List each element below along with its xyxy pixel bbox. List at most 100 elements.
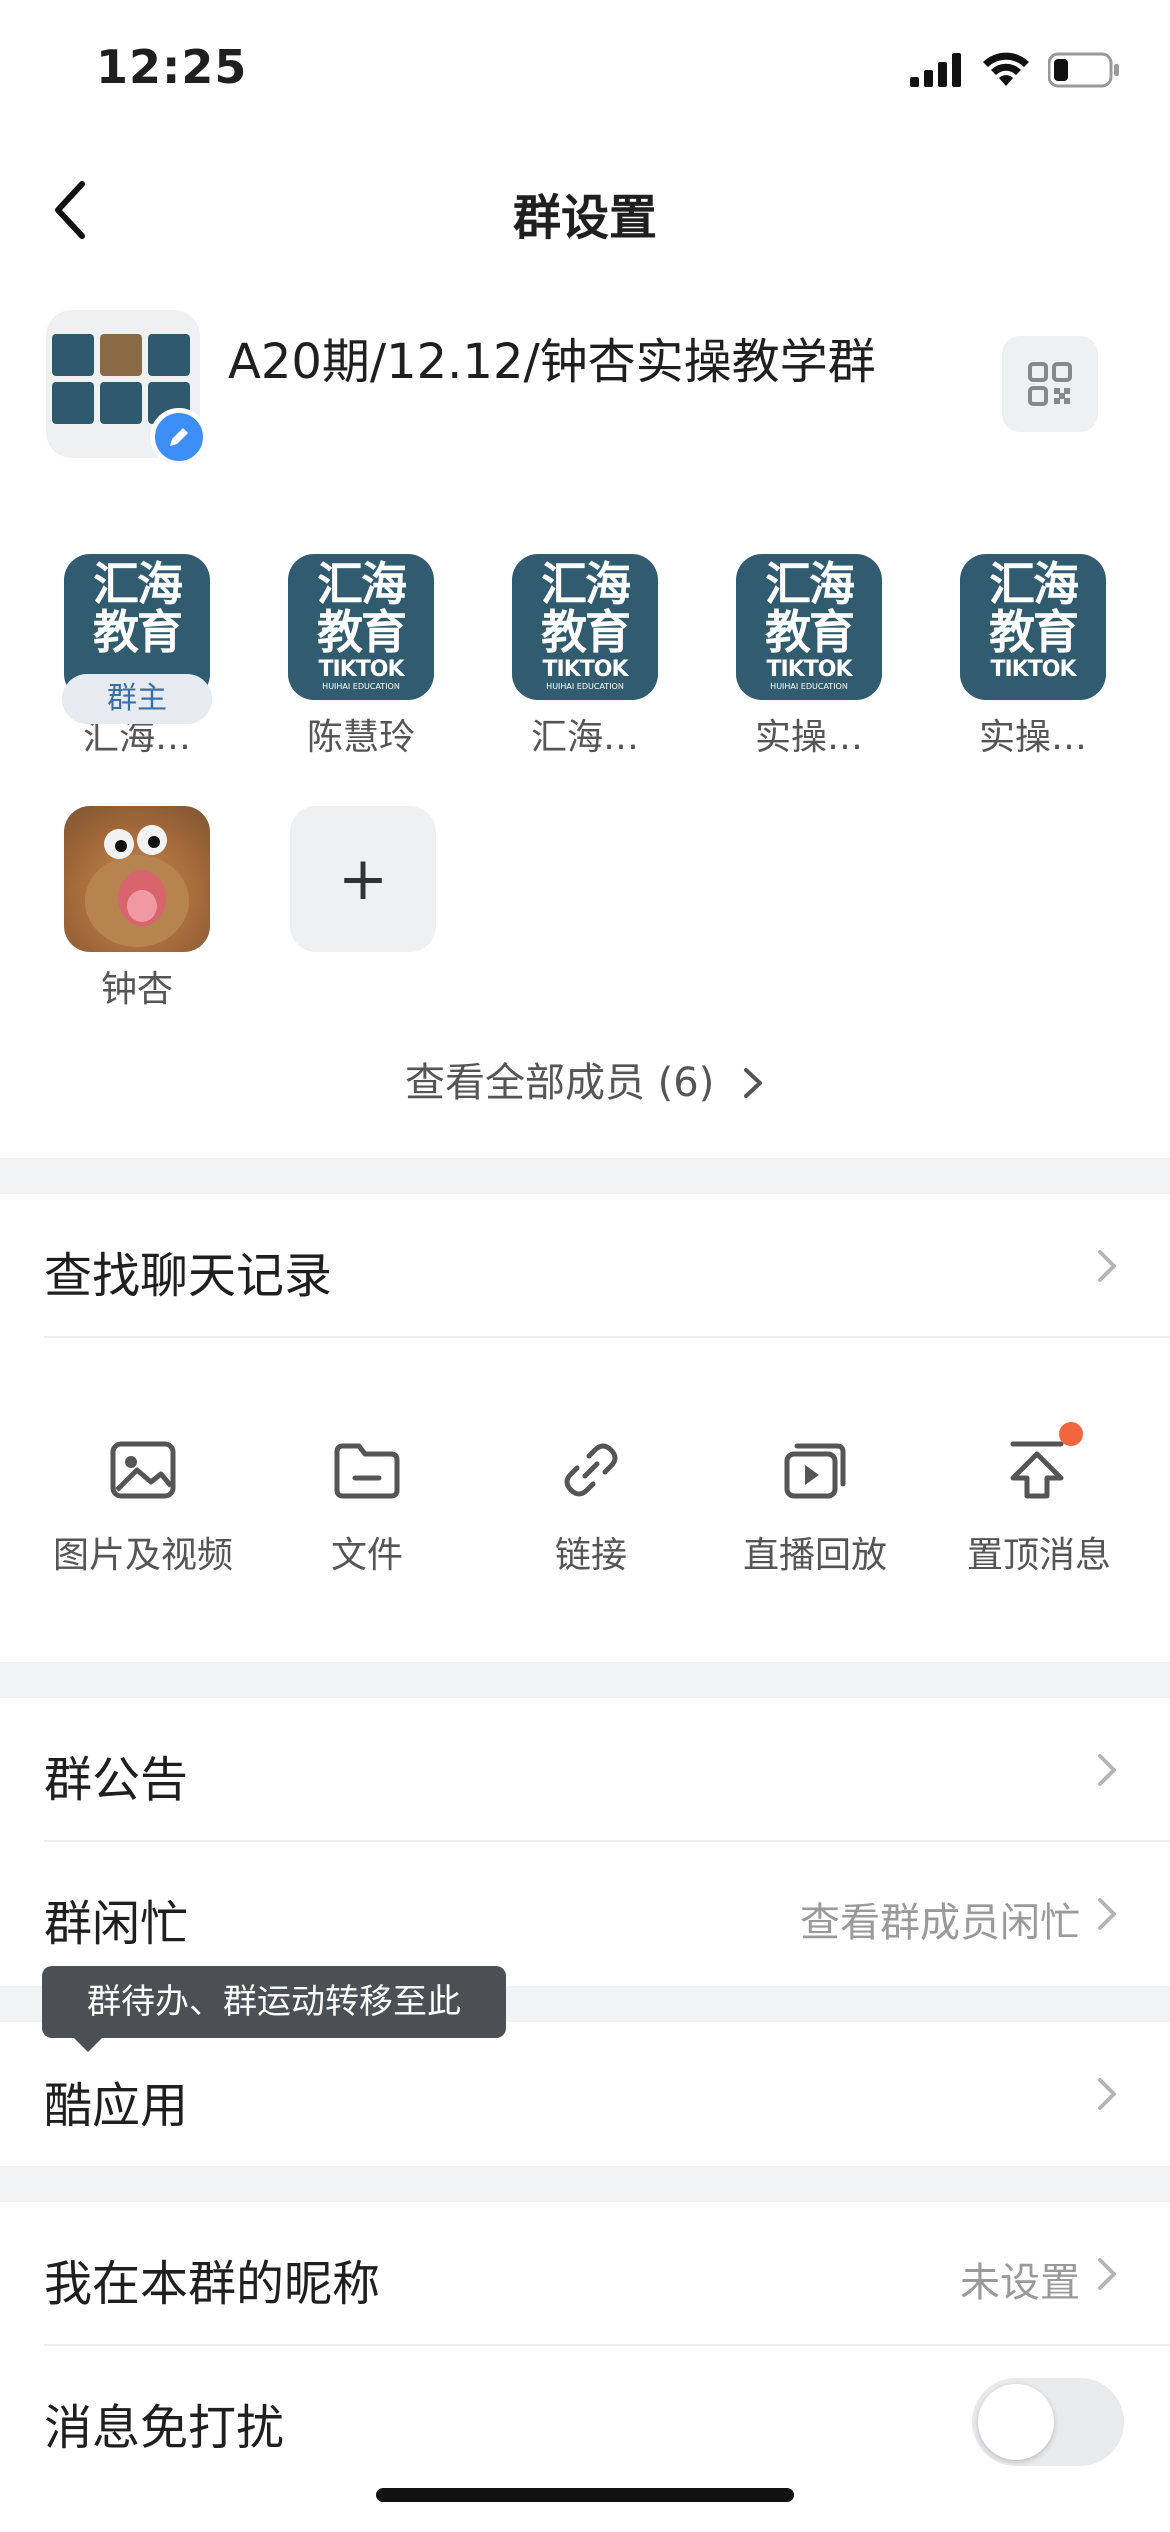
group-avatar-tile bbox=[100, 382, 142, 424]
status-time: 12:25 bbox=[96, 40, 248, 94]
mute-notifications-row: 消息免打扰 bbox=[0, 2346, 1170, 2488]
tooltip: 群待办、群运动转移至此 bbox=[42, 1966, 506, 2038]
member-avatar: 汇海 教育 TIKTOK bbox=[960, 554, 1106, 700]
logo-text: 教育 bbox=[765, 605, 855, 659]
qr-code-icon bbox=[1028, 362, 1072, 406]
section-divider bbox=[0, 1662, 1170, 1698]
quick-action-label: 链接 bbox=[554, 1535, 627, 1576]
logo-text: 教育 bbox=[541, 605, 631, 659]
logo-text: 教育 bbox=[93, 605, 183, 659]
chevron-right-icon bbox=[1098, 2258, 1116, 2290]
chevron-right-icon bbox=[1098, 1754, 1116, 1786]
view-all-members-link[interactable]: 查看全部成员 (6) bbox=[0, 1050, 1170, 1108]
logo-text: 教育 bbox=[989, 605, 1079, 659]
row-divider bbox=[44, 1336, 1170, 1338]
section-divider bbox=[0, 1158, 1170, 1194]
member-item[interactable]: 钟杏 bbox=[42, 806, 232, 1012]
edit-avatar-button[interactable] bbox=[150, 408, 208, 466]
search-chat-history-row[interactable]: 查找聊天记录 bbox=[0, 1194, 1170, 1336]
logo-text: TIKTOK bbox=[990, 657, 1077, 682]
section-divider bbox=[0, 2166, 1170, 2202]
image-icon bbox=[103, 1430, 183, 1510]
view-all-label: 查看全部成员 (6) bbox=[404, 1060, 715, 1106]
member-name: 钟杏 bbox=[100, 969, 173, 1010]
member-item[interactable]: 汇海 教育 群主 汇海… bbox=[42, 554, 232, 760]
owner-tag: 群主 bbox=[62, 674, 212, 724]
group-avatar-tile bbox=[52, 334, 94, 376]
cool-apps-row[interactable]: 酷应用 bbox=[0, 2022, 1170, 2164]
page-title: 群设置 bbox=[512, 190, 657, 246]
group-avatar-tile bbox=[52, 382, 94, 424]
member-item[interactable]: 汇海 教育 TIKTOK HUIHAI EDUCATION 汇海… bbox=[490, 554, 680, 760]
signal-icon bbox=[910, 53, 961, 87]
logo-text: 汇海 bbox=[765, 557, 855, 611]
my-nickname-row[interactable]: 我在本群的昵称 未设置 bbox=[0, 2202, 1170, 2344]
row-label: 酷应用 bbox=[44, 2078, 189, 2134]
row-value: 查看群成员闲忙 bbox=[800, 1900, 1080, 1946]
member-name: 陈慧玲 bbox=[306, 717, 415, 758]
member-name: 汇海… bbox=[530, 717, 639, 758]
status-icons bbox=[910, 52, 1120, 88]
pencil-icon bbox=[170, 428, 188, 446]
group-name[interactable]: A20期/12.12/钟杏实操教学群 bbox=[228, 322, 958, 392]
row-label: 群公告 bbox=[44, 1752, 189, 1808]
logo-text: HUIHAI EDUCATION bbox=[546, 682, 624, 691]
pin-top-icon bbox=[999, 1422, 1083, 1510]
row-label: 查找聊天记录 bbox=[44, 1248, 333, 1304]
home-indicator bbox=[376, 2488, 794, 2502]
unread-badge bbox=[1059, 1422, 1083, 1446]
group-avatar[interactable] bbox=[46, 310, 208, 466]
nav-bar: 群设置 bbox=[0, 150, 1170, 270]
chevron-right-icon bbox=[744, 1068, 763, 1098]
quick-action-images[interactable]: 图片及视频 bbox=[28, 1430, 258, 1578]
tooltip-tail bbox=[72, 2036, 104, 2052]
row-label: 消息免打扰 bbox=[44, 2400, 285, 2456]
add-member-button[interactable]: + bbox=[290, 806, 436, 952]
quick-action-label: 直播回放 bbox=[742, 1535, 887, 1576]
group-announcement-row[interactable]: 群公告 bbox=[0, 1698, 1170, 1840]
quick-action-label: 置顶消息 bbox=[966, 1535, 1111, 1576]
logo-text: 汇海 bbox=[989, 557, 1079, 611]
row-label: 群闲忙 bbox=[44, 1896, 189, 1952]
folder-icon bbox=[327, 1430, 407, 1510]
member-name: 实操… bbox=[978, 717, 1087, 758]
member-item[interactable]: 汇海 教育 TIKTOK 实操… bbox=[938, 554, 1128, 760]
quick-action-playback[interactable]: 直播回放 bbox=[700, 1430, 930, 1578]
group-busy-row[interactable]: 群闲忙 查看群成员闲忙 bbox=[0, 1842, 1170, 1984]
chevron-right-icon bbox=[1098, 1898, 1116, 1930]
battery-icon bbox=[1048, 52, 1119, 88]
frog-avatar-image bbox=[85, 825, 189, 947]
logo-text: 汇海 bbox=[93, 557, 183, 611]
group-avatar-tile bbox=[100, 334, 142, 376]
logo-text: 教育 bbox=[317, 605, 407, 659]
member-avatar: 汇海 教育 TIKTOK HUIHAI EDUCATION bbox=[512, 554, 658, 700]
group-avatar-tile bbox=[148, 334, 190, 376]
quick-action-pinned[interactable]: 置顶消息 bbox=[924, 1422, 1154, 1578]
logo-text: HUIHAI EDUCATION bbox=[322, 682, 400, 691]
logo-text: TIKTOK bbox=[318, 657, 405, 682]
mute-toggle[interactable] bbox=[972, 2378, 1124, 2466]
member-avatar bbox=[64, 806, 210, 952]
logo-text: TIKTOK bbox=[766, 657, 853, 682]
member-avatar: 汇海 教育 TIKTOK HUIHAI EDUCATION bbox=[736, 554, 882, 700]
quick-action-label: 图片及视频 bbox=[52, 1535, 233, 1576]
chevron-right-icon bbox=[1098, 2078, 1116, 2110]
wifi-icon bbox=[983, 52, 1029, 86]
quick-action-label: 文件 bbox=[330, 1535, 403, 1576]
quick-action-links[interactable]: 链接 bbox=[476, 1430, 706, 1578]
chevron-right-icon bbox=[1098, 1250, 1116, 1282]
row-label: 我在本群的昵称 bbox=[44, 2256, 381, 2312]
row-value: 未设置 bbox=[960, 2260, 1080, 2306]
logo-text: TIKTOK bbox=[542, 657, 629, 682]
quick-action-files[interactable]: 文件 bbox=[252, 1430, 482, 1578]
member-name: 实操… bbox=[754, 717, 863, 758]
link-icon bbox=[551, 1430, 631, 1510]
logo-text: HUIHAI EDUCATION bbox=[770, 682, 848, 691]
qr-code-button[interactable] bbox=[1002, 336, 1098, 432]
logo-text: 汇海 bbox=[541, 557, 631, 611]
logo-text: 汇海 bbox=[317, 557, 407, 611]
member-item[interactable]: 汇海 教育 TIKTOK HUIHAI EDUCATION 陈慧玲 bbox=[266, 554, 456, 760]
playback-icon bbox=[775, 1430, 855, 1510]
member-item[interactable]: 汇海 教育 TIKTOK HUIHAI EDUCATION 实操… bbox=[714, 554, 904, 760]
member-avatar: 汇海 教育 TIKTOK HUIHAI EDUCATION bbox=[288, 554, 434, 700]
